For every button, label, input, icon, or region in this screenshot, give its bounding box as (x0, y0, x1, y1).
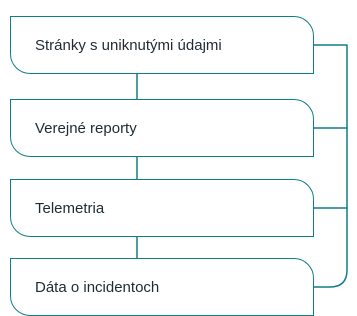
source-label: Dáta o incidentoch (35, 278, 160, 296)
source-box-public-reports: Verejné reporty (10, 99, 314, 157)
source-box-leaked-pages: Stránky s uniknutými údajmi (10, 16, 314, 74)
source-diagram: Stránky s uniknutými údajmi Verejné repo… (0, 0, 357, 316)
source-box-telemetry: Telemetria (10, 179, 314, 237)
connector-line (313, 44, 348, 288)
source-label: Telemetria (35, 199, 105, 217)
source-label: Stránky s uniknutými údajmi (35, 36, 222, 54)
source-label: Verejné reporty (35, 119, 137, 137)
source-box-incident-data: Dáta o incidentoch (10, 258, 314, 316)
